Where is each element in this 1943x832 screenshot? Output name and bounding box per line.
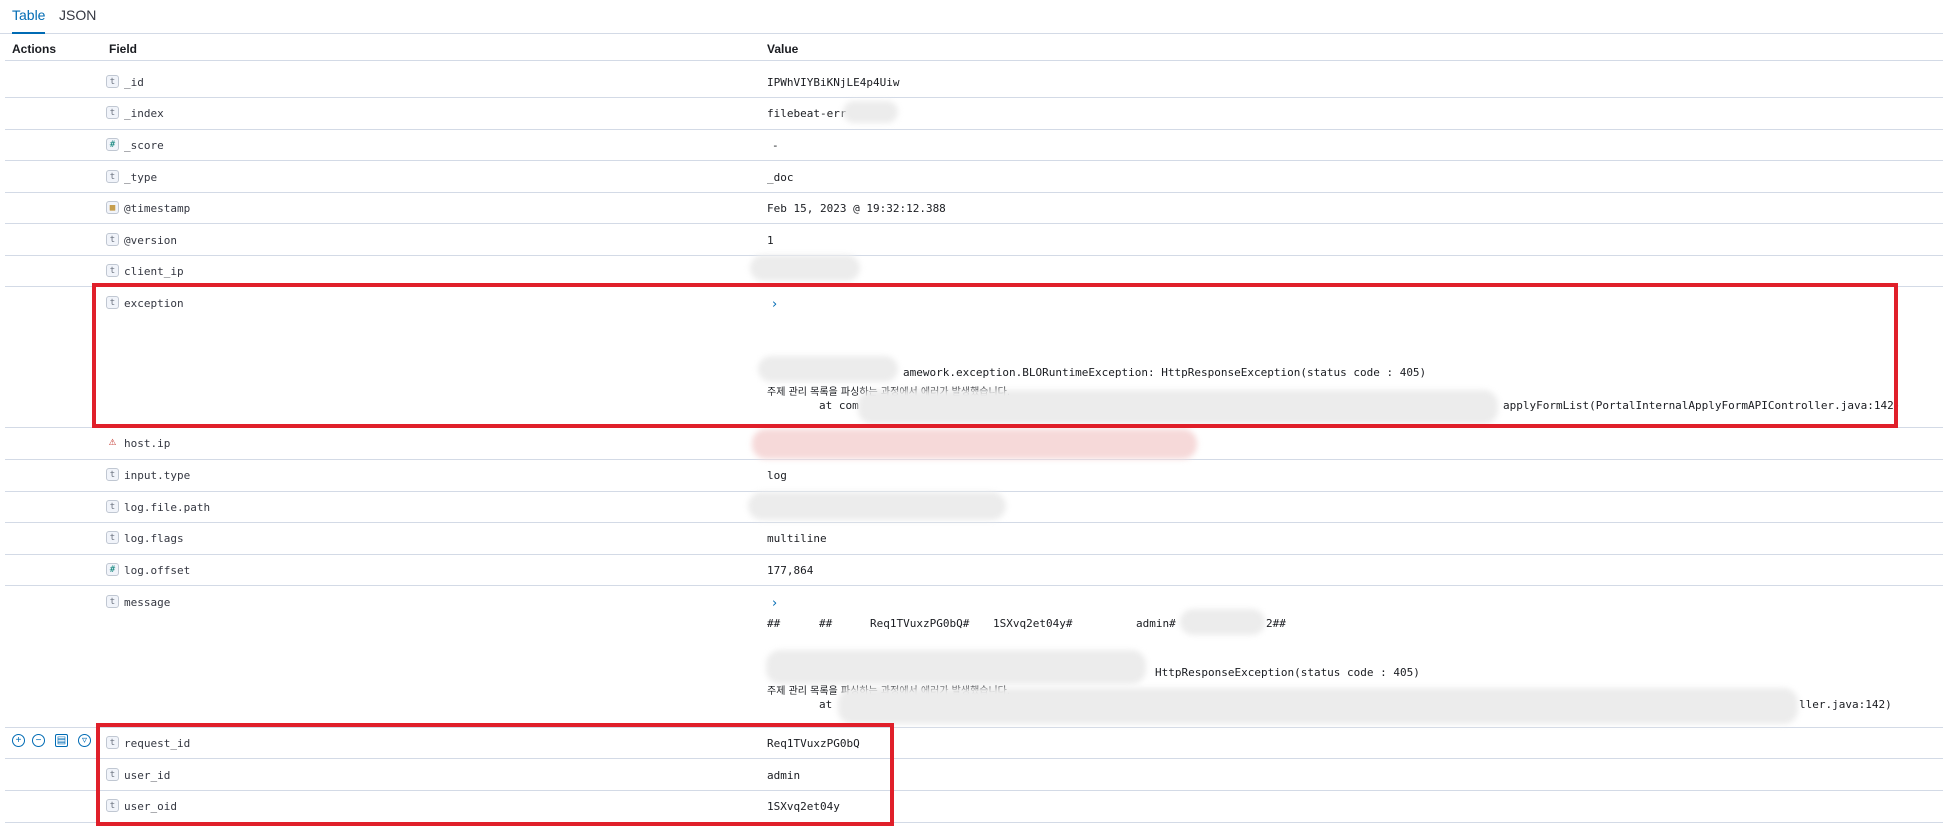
field-value: IPWhVIYBiKNjLE4p4Uiw xyxy=(767,76,900,89)
row-divider xyxy=(5,554,1943,555)
string-type-icon: t xyxy=(106,264,119,277)
message-token: ## xyxy=(819,617,833,630)
magnify-plus-icon[interactable]: + xyxy=(12,734,25,747)
message-token: 2## xyxy=(1266,617,1286,630)
field-name: _score xyxy=(124,139,164,152)
row-divider xyxy=(5,585,1943,586)
field-value: filebeat-err xyxy=(767,107,847,120)
redacted-region xyxy=(843,101,898,123)
redacted-region xyxy=(750,255,860,281)
field-name: log.offset xyxy=(124,564,191,577)
field-name: message xyxy=(124,596,171,609)
tab-table[interactable]: Table xyxy=(12,8,46,34)
message-token: Req1TVuxzPG0bQ# xyxy=(870,617,970,630)
field-value: 177,864 xyxy=(767,564,814,577)
redacted-region xyxy=(766,650,1146,684)
message-token: admin# xyxy=(1136,617,1176,630)
field-value: multiline xyxy=(767,532,827,545)
message-line: ller.java:142) xyxy=(1799,698,1892,711)
field-name: log.file.path xyxy=(124,501,211,514)
string-type-icon: t xyxy=(106,233,119,246)
field-name: _id xyxy=(124,76,144,89)
field-name: _type xyxy=(124,171,158,184)
highlight-box-ids xyxy=(96,723,894,826)
row-divider xyxy=(5,522,1943,523)
chevron-right-icon[interactable]: › xyxy=(772,596,777,611)
filter-icon[interactable]: ▿ xyxy=(78,734,91,747)
string-type-icon: t xyxy=(106,531,119,544)
string-type-icon: t xyxy=(106,75,119,88)
row-divider xyxy=(5,97,1943,98)
field-value: - xyxy=(772,139,779,152)
row-divider xyxy=(5,60,1943,61)
row-divider xyxy=(5,160,1943,161)
field-name: client_ip xyxy=(124,265,184,278)
row-divider xyxy=(5,459,1943,460)
field-name: log.flags xyxy=(124,532,184,545)
field-name: host.ip xyxy=(124,437,171,450)
redacted-region xyxy=(748,492,1006,520)
number-type-icon: # xyxy=(106,563,119,576)
tab-bar: Table JSON xyxy=(0,0,1943,34)
string-type-icon: t xyxy=(106,170,119,183)
field-value: 1 xyxy=(767,234,774,247)
row-divider xyxy=(5,223,1943,224)
message-token: ## xyxy=(767,617,781,630)
field-name: input.type xyxy=(124,469,191,482)
table-column-icon[interactable]: ▤ xyxy=(55,734,68,747)
redacted-region xyxy=(1180,609,1265,635)
number-type-icon: # xyxy=(106,138,119,151)
message-token: 1SXvq2et04y# xyxy=(993,617,1073,630)
field-value: Feb 15, 2023 @ 19:32:12.388 xyxy=(767,202,946,215)
highlight-box-exception xyxy=(92,283,1898,428)
date-type-icon: ▦ xyxy=(106,201,119,214)
string-type-icon: t xyxy=(106,595,119,608)
actions-header: Actions xyxy=(12,42,57,56)
string-type-icon: t xyxy=(106,106,119,119)
redacted-region xyxy=(838,688,1798,724)
field-name: @timestamp xyxy=(124,202,191,215)
string-type-icon: t xyxy=(106,500,119,513)
magnify-minus-icon[interactable]: − xyxy=(32,734,45,747)
string-type-icon: t xyxy=(106,468,119,481)
message-line: at xyxy=(819,698,833,711)
row-divider xyxy=(5,129,1943,130)
warning-icon: ⚠ xyxy=(108,434,117,448)
redacted-region xyxy=(752,429,1197,459)
message-line: HttpResponseException(status code : 405) xyxy=(1155,666,1420,679)
field-header: Field xyxy=(109,42,138,56)
tab-json[interactable]: JSON xyxy=(59,8,96,32)
field-name: _index xyxy=(124,107,164,120)
field-value: _doc xyxy=(767,171,794,184)
value-header: Value xyxy=(767,42,799,56)
field-value: log xyxy=(767,469,787,482)
field-name: @version xyxy=(124,234,177,247)
row-divider xyxy=(5,255,1943,256)
row-divider xyxy=(5,192,1943,193)
